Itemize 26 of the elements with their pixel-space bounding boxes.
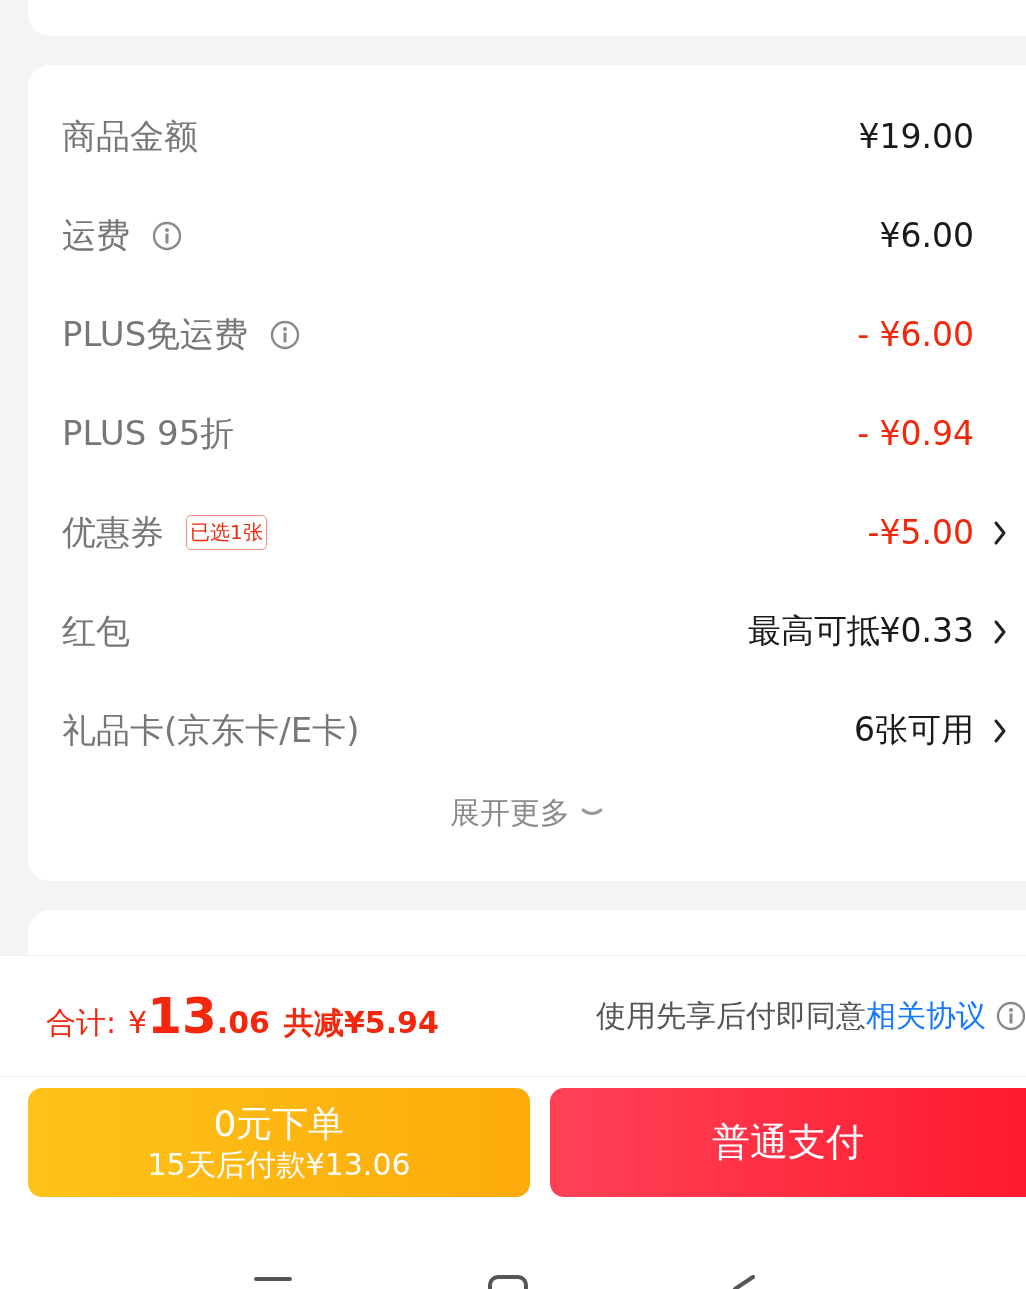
fee-value: - ¥6.00 [857,315,974,354]
total-price: 合计: ¥13.06 共减¥5.94 [46,987,439,1045]
chevron-right-icon[interactable] [993,618,1007,645]
pay-button[interactable]: 普通支付 [550,1088,1026,1197]
info-icon[interactable] [270,319,301,350]
coupon-badge: 已选1张 [186,515,267,550]
fee-label: 运费 [62,213,130,257]
fee-value: ¥19.00 [858,117,974,156]
agreement-link[interactable]: 相关协议 [866,997,986,1033]
fee-label: PLUS免运费 [62,312,249,356]
fee-value[interactable]: 6张可用 [854,708,974,753]
fee-label: 礼品卡(京东卡/E卡) [62,708,360,752]
info-icon[interactable] [996,1001,1026,1031]
agreement-text: 使用先享后付即同意相关协议 [596,996,986,1035]
fee-label: PLUS 95折 [62,411,235,455]
chevron-right-icon[interactable] [993,519,1007,546]
fee-label: 优惠券 [62,510,164,554]
expand-more-button[interactable]: 展开更多 [450,792,604,834]
fee-label: 红包 [62,609,130,653]
fee-value: - ¥0.94 [857,414,974,453]
fee-value[interactable]: -¥5.00 [867,513,974,552]
fee-value: ¥6.00 [879,216,974,255]
fee-value[interactable]: 最高可抵¥0.33 [747,609,974,654]
info-icon[interactable] [152,220,182,251]
fee-label: 商品金额 [62,114,198,158]
chevron-right-icon[interactable] [993,717,1007,744]
